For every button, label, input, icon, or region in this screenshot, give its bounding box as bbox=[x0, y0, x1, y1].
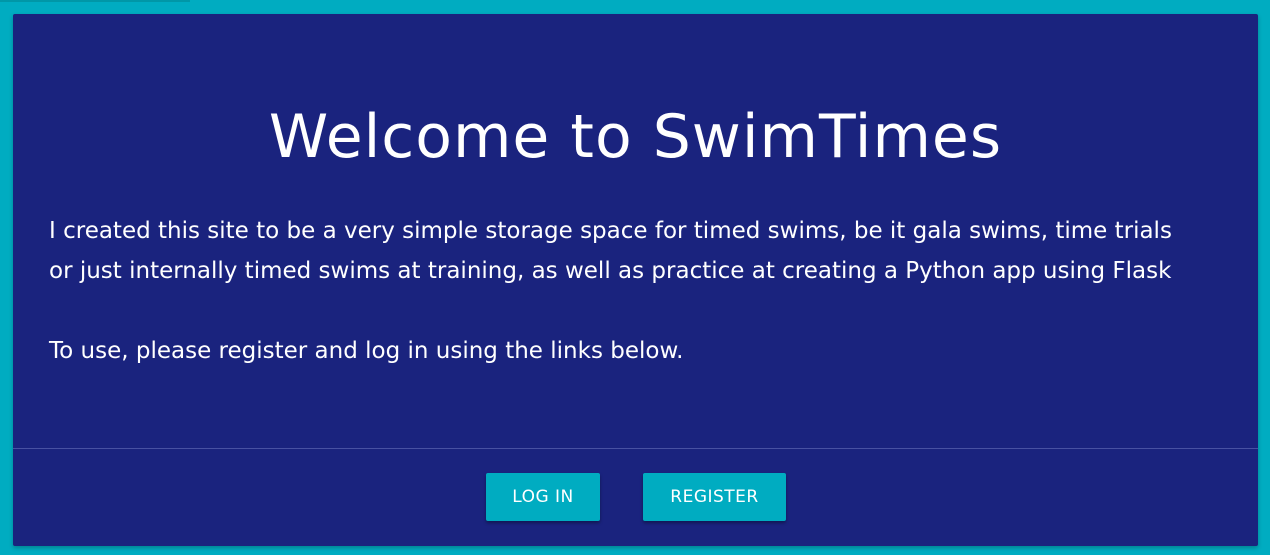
top-edge-strip bbox=[0, 0, 190, 2]
card-content: Welcome to SwimTimes I created this site… bbox=[13, 14, 1258, 448]
page-title: Welcome to SwimTimes bbox=[268, 102, 1003, 172]
card-actions: Log In Register bbox=[13, 449, 1258, 546]
intro-paragraph: I created this site to be a very simple … bbox=[49, 218, 1172, 284]
register-button[interactable]: Register bbox=[643, 473, 786, 521]
login-button[interactable]: Log In bbox=[486, 473, 600, 521]
intro-text: I created this site to be a very simple … bbox=[49, 211, 1198, 371]
welcome-card: Welcome to SwimTimes I created this site… bbox=[13, 14, 1258, 546]
instructions-paragraph: To use, please register and log in using… bbox=[49, 338, 684, 364]
